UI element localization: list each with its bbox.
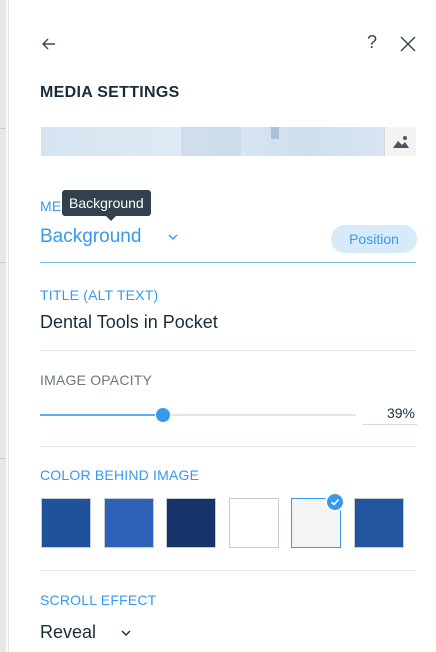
image-icon <box>393 136 409 148</box>
chevron-down-icon <box>168 234 178 240</box>
edge-mark <box>0 128 6 129</box>
color-swatch[interactable] <box>229 498 279 548</box>
back-button[interactable] <box>39 34 59 54</box>
color-swatch[interactable] <box>354 498 404 548</box>
slider-handle[interactable] <box>156 408 170 422</box>
scroll-effect-dropdown[interactable]: Reveal <box>40 622 200 648</box>
title-input[interactable]: Dental Tools in Pocket <box>40 312 218 333</box>
divider <box>40 446 416 447</box>
divider <box>40 350 416 351</box>
media-preview[interactable] <box>41 127 416 156</box>
change-image-button[interactable] <box>384 127 416 156</box>
position-button[interactable]: Position <box>331 225 417 253</box>
preview-shade <box>271 127 279 139</box>
media-type-value: Background <box>40 226 142 247</box>
scroll-effect-label: SCROLL EFFECT <box>40 592 157 608</box>
panel-topbar: ? <box>9 24 436 64</box>
edge-mark <box>0 262 6 263</box>
divider <box>40 262 416 263</box>
preview-shade <box>181 127 241 156</box>
color-swatch[interactable] <box>291 492 345 548</box>
left-edge <box>0 0 6 652</box>
color-swatch[interactable] <box>104 498 154 548</box>
close-button[interactable] <box>398 34 418 54</box>
scroll-effect-value: Reveal <box>40 622 97 642</box>
color-behind-label: COLOR BEHIND IMAGE <box>40 467 200 483</box>
opacity-label: IMAGE OPACITY <box>40 372 153 388</box>
divider <box>40 570 416 571</box>
arrow-left-icon <box>42 38 55 50</box>
edge-mark <box>0 458 6 459</box>
tooltip: Background <box>62 190 151 221</box>
color-swatch[interactable] <box>166 498 216 548</box>
media-settings-panel: ? MEDIA SETTINGS ME Background Backgroun… <box>8 0 436 652</box>
title-field-label: TITLE (ALT TEXT) <box>40 287 159 303</box>
help-button[interactable]: ? <box>367 32 377 53</box>
page-title: MEDIA SETTINGS <box>40 84 180 101</box>
close-icon <box>400 36 416 52</box>
opacity-slider[interactable] <box>40 406 356 424</box>
media-type-label: ME <box>40 198 62 214</box>
color-swatch[interactable] <box>41 498 91 548</box>
check-icon <box>325 492 345 512</box>
slider-fill <box>40 414 163 416</box>
chevron-down-icon <box>121 630 131 636</box>
opacity-value-input[interactable]: 39% <box>363 402 417 425</box>
